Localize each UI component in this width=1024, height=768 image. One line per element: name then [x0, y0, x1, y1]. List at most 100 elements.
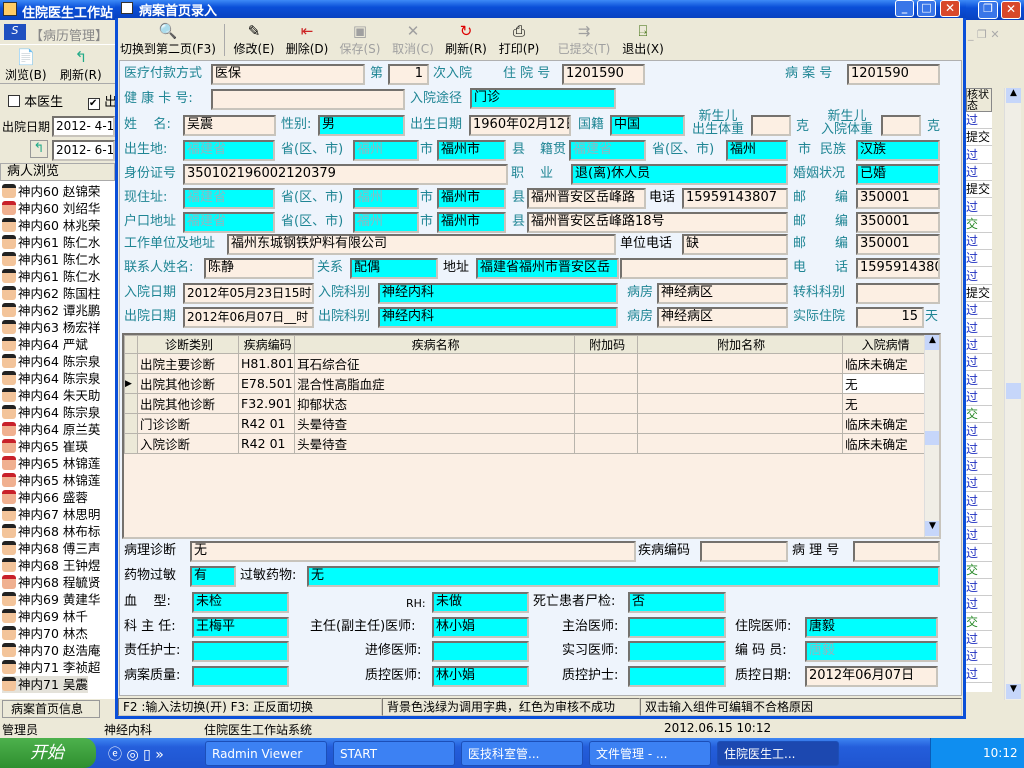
row-indicator[interactable]	[124, 393, 138, 414]
work-phone-field[interactable]: 缺	[682, 234, 788, 255]
admit-dept-field[interactable]: 神经内科	[378, 283, 618, 304]
newborn-birth-weight-field[interactable]	[751, 115, 791, 136]
intern-field[interactable]	[628, 641, 726, 662]
quality-field[interactable]	[192, 666, 289, 687]
date-to-input[interactable]: 2012- 6-15	[52, 140, 115, 161]
status-cell[interactable]: 过	[966, 458, 992, 475]
coder-field[interactable]: 唐毅	[805, 641, 938, 662]
save-button[interactable]: ▣ 保存(S)	[338, 22, 382, 58]
patient-list-item[interactable]: 神内65 崔瑛	[2, 438, 88, 455]
patient-list-item[interactable]: 神内68 王钟煜	[2, 557, 100, 574]
extra-code-cell[interactable]	[574, 413, 639, 434]
scroll-thumb[interactable]	[1006, 383, 1021, 399]
task-radmin-viewer[interactable]: Radmin Viewer	[205, 741, 327, 766]
patient-list-item[interactable]: 神内68 林布标	[2, 523, 100, 540]
rh-field[interactable]: 未做	[432, 592, 529, 613]
row-indicator[interactable]	[124, 353, 138, 374]
status-cell[interactable]: 过	[966, 423, 992, 441]
status-cell[interactable]: 过	[966, 493, 992, 510]
hh-county-field[interactable]: 福州市	[437, 212, 506, 233]
grid-scroll-up-icon[interactable]: ▲	[925, 335, 939, 350]
cur-county-field[interactable]: 福州市	[437, 188, 506, 209]
status-cell[interactable]: 交	[966, 406, 992, 424]
status-cell[interactable]: 交	[966, 614, 992, 631]
status-cell[interactable]: 提交	[966, 181, 992, 199]
status-cell[interactable]: 过	[966, 250, 992, 268]
patient-list-item[interactable]: 神内69 黄建华	[2, 591, 100, 608]
patient-list-item[interactable]: 神内62 陈国柱	[2, 285, 100, 302]
attending-field[interactable]	[628, 617, 726, 638]
diagnosis-row[interactable]: 出院其他诊断 F32.901 抑郁状态 无	[124, 393, 928, 414]
disease-name-cell[interactable]: 耳石综合征	[294, 353, 576, 374]
status-cell[interactable]: 过	[966, 302, 992, 320]
status-cell[interactable]: 过	[966, 510, 992, 527]
cur-city-field[interactable]: 福州	[353, 188, 419, 209]
status-cell[interactable]: 过	[966, 199, 992, 216]
diagnosis-row[interactable]: 门诊诊断 R42 01 头晕待查 临床未确定	[124, 413, 928, 434]
admission-condition-cell[interactable]: 临床未确定	[842, 413, 928, 434]
native-province-field[interactable]: 福建省	[569, 140, 646, 161]
qc-date-field[interactable]: 2012年06月07日	[805, 666, 938, 687]
drug-allergy-field[interactable]: 有	[190, 566, 236, 587]
discharge-dept-field[interactable]: 神经内科	[378, 307, 618, 328]
cur-phone-field[interactable]: 15959143807	[682, 188, 788, 209]
status-cell[interactable]: 过	[966, 268, 992, 285]
ethnicity-field[interactable]: 汉族	[856, 140, 940, 161]
submitted-button[interactable]: ⇉ 已提交(T)	[555, 22, 613, 58]
status-cell[interactable]: 过	[966, 320, 992, 337]
row-indicator[interactable]	[124, 413, 138, 434]
switch-page-button[interactable]: 🔍 切换到第二页(F3)	[120, 22, 216, 58]
health-card-field[interactable]	[211, 89, 405, 110]
col-diag-type[interactable]: 诊断类别	[137, 335, 239, 354]
extra-name-cell[interactable]	[637, 433, 844, 454]
status-cell[interactable]: 过	[966, 441, 992, 458]
patient-list-item[interactable]: 神内61 陈仁水	[2, 268, 100, 285]
birth-province-field[interactable]: 福建省	[183, 140, 275, 161]
nurse-field[interactable]	[192, 641, 289, 662]
hh-city-field[interactable]: 福州	[353, 212, 419, 233]
patient-list-item[interactable]: 神内64 严斌	[2, 336, 88, 353]
patient-list-item[interactable]: 神内71 李祯超	[2, 659, 100, 676]
diagnosis-row[interactable]: 出院主要诊断 H81.801 耳石综合征 临床未确定	[124, 353, 928, 374]
minimize-button[interactable]: _	[895, 0, 914, 17]
birth-city-field[interactable]: 福州	[353, 140, 419, 161]
status-cell[interactable]: 过	[966, 527, 992, 545]
menu-record-management[interactable]: 【病历管理】	[30, 25, 108, 44]
disease-code-cell[interactable]: H81.801	[237, 353, 296, 374]
status-cell[interactable]: 过	[966, 233, 992, 251]
contact-address-field[interactable]: 福建省福州市晋安区岳	[476, 258, 619, 279]
patient-list-item[interactable]: 神内70 赵浩庵	[2, 642, 100, 659]
hh-postcode-field[interactable]: 350001	[856, 212, 940, 233]
contact-address-detail-field[interactable]	[620, 258, 788, 279]
task-inpatient-workstation[interactable]: 住院医生工...	[717, 741, 839, 766]
date-from-input[interactable]: 2012- 4-16	[52, 116, 115, 137]
tab-case-front-page[interactable]: 病案首页信息	[2, 700, 100, 718]
qc-doctor-field[interactable]: 林小娟	[432, 666, 529, 687]
name-field[interactable]: 吴震	[183, 115, 276, 136]
patient-list-item[interactable]: 神内71 吴震	[2, 676, 88, 693]
patient-list-item[interactable]: 神内60 赵锦荣	[2, 183, 100, 200]
grid-scroll-thumb[interactable]	[925, 431, 939, 445]
contact-name-field[interactable]: 陈静	[204, 258, 314, 279]
col-extra-name[interactable]: 附加名称	[637, 335, 844, 354]
pathology-no-field[interactable]	[853, 541, 940, 562]
extra-name-cell[interactable]	[637, 393, 844, 414]
patient-list-item[interactable]: 神内64 原兰英	[2, 421, 100, 438]
mdi-controls[interactable]: _ ❐ ✕	[968, 28, 1000, 41]
print-button[interactable]: ⎙ 打印(P)	[497, 22, 541, 58]
task-start-folder[interactable]: START	[333, 741, 455, 766]
status-cell[interactable]: 过	[966, 545, 992, 562]
hh-street-field[interactable]: 福州晋安区岳峰路18号	[527, 212, 788, 233]
chief-doctor-field[interactable]: 林小娟	[432, 617, 529, 638]
cur-postcode-field[interactable]: 350001	[856, 188, 940, 209]
grid-scroll-down-icon[interactable]: ▼	[925, 521, 939, 536]
status-cell[interactable]: 交	[966, 562, 992, 579]
patient-list-item[interactable]: 神内66 盛蓉	[2, 489, 88, 506]
admission-route-field[interactable]: 门诊	[470, 88, 616, 109]
cur-street-field[interactable]: 福州晋安区岳峰路	[527, 188, 646, 209]
status-cell[interactable]: 提交	[966, 129, 992, 147]
admission-condition-cell[interactable]: 无	[842, 393, 928, 414]
sex-field[interactable]: 男	[318, 115, 405, 136]
patient-list-item[interactable]: 神内70 林杰	[2, 625, 88, 642]
actual-stay-field[interactable]: 15	[856, 307, 924, 328]
